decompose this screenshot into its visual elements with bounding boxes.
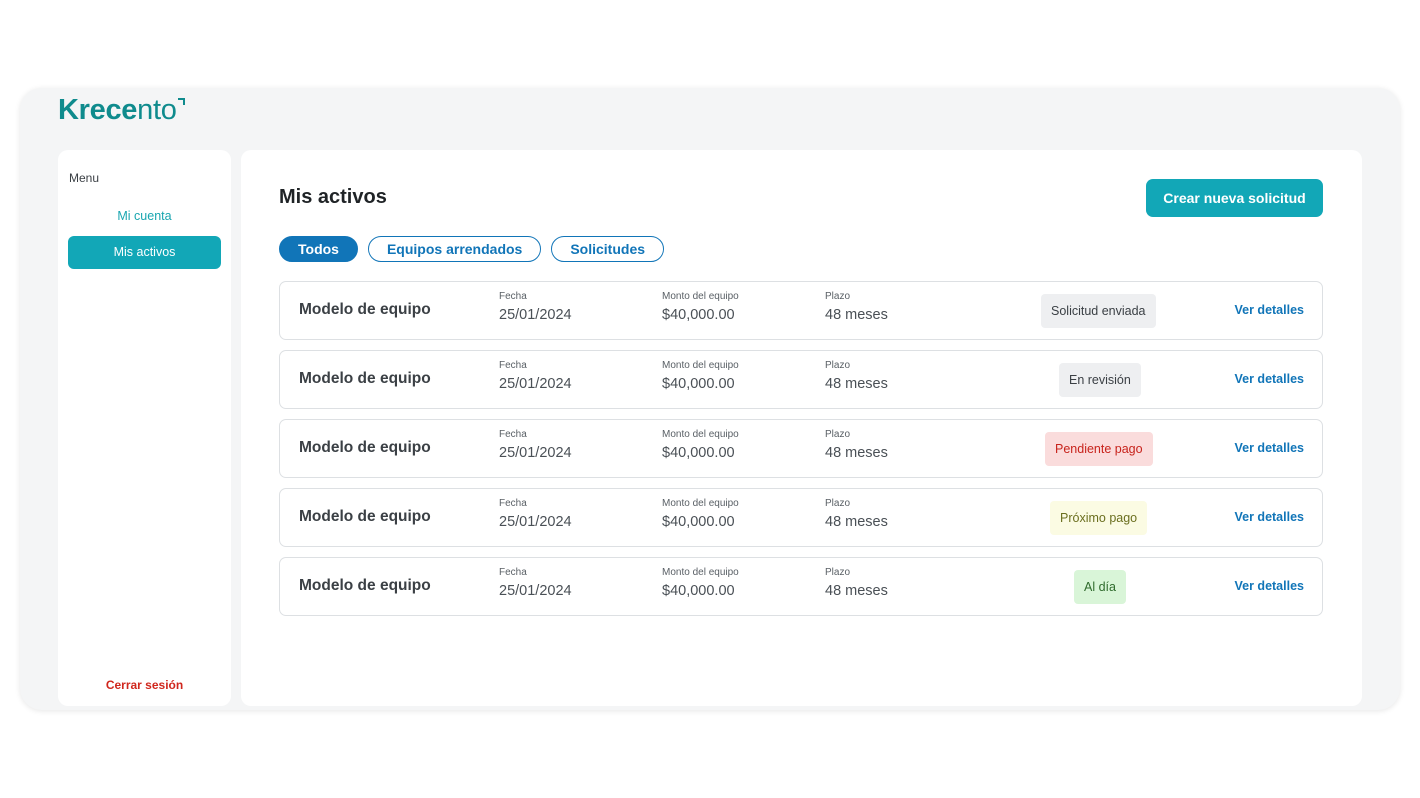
- amount-field: Monto del equipo $40,000.00: [662, 291, 739, 323]
- date-field: Fecha 25/01/2024: [499, 291, 572, 323]
- term-label: Plazo: [825, 360, 851, 371]
- term-value: 48 meses: [825, 583, 888, 599]
- status-badge: Próximo pago: [1050, 501, 1148, 535]
- sidebar-item-mi-cuenta[interactable]: Mi cuenta: [68, 205, 221, 227]
- view-details-link[interactable]: Ver detalles: [1235, 441, 1305, 455]
- app-window: Krecento Menu Mi cuenta Mis activos Cerr…: [20, 88, 1400, 710]
- term-label: Plazo: [825, 498, 851, 509]
- logo-mark-icon: [177, 98, 185, 105]
- list-item: Modelo de equipo Fecha 25/01/2024 Monto …: [279, 557, 1323, 616]
- amount-label: Monto del equipo: [662, 360, 739, 371]
- equipment-model-name: Modelo de equipo: [299, 508, 431, 525]
- term-label: Plazo: [825, 429, 851, 440]
- date-label: Fecha: [499, 429, 527, 440]
- date-label: Fecha: [499, 291, 527, 302]
- term-value: 48 meses: [825, 307, 888, 323]
- list-item: Modelo de equipo Fecha 25/01/2024 Monto …: [279, 281, 1323, 340]
- amount-label: Monto del equipo: [662, 567, 739, 578]
- equipment-model-name: Modelo de equipo: [299, 370, 431, 387]
- main-panel: Mis activos Crear nueva solicitud Todos …: [241, 150, 1362, 706]
- view-details-link[interactable]: Ver detalles: [1235, 579, 1305, 593]
- date-value: 25/01/2024: [499, 307, 572, 323]
- list-item: Modelo de equipo Fecha 25/01/2024 Monto …: [279, 419, 1323, 478]
- term-value: 48 meses: [825, 445, 888, 461]
- equipment-model-name: Modelo de equipo: [299, 439, 431, 456]
- term-label: Plazo: [825, 291, 851, 302]
- term-field: Plazo 48 meses: [825, 360, 888, 392]
- amount-label: Monto del equipo: [662, 498, 739, 509]
- page-title: Mis activos: [279, 186, 387, 208]
- sidebar-item-mis-activos[interactable]: Mis activos: [68, 236, 221, 269]
- amount-label: Monto del equipo: [662, 429, 739, 440]
- sidebar: Menu Mi cuenta Mis activos Cerrar sesión: [58, 150, 231, 706]
- date-field: Fecha 25/01/2024: [499, 360, 572, 392]
- amount-value: $40,000.00: [662, 583, 735, 599]
- status-badge: Al día: [1074, 570, 1126, 604]
- assets-list: Modelo de equipo Fecha 25/01/2024 Monto …: [279, 281, 1323, 626]
- amount-field: Monto del equipo $40,000.00: [662, 567, 739, 599]
- term-value: 48 meses: [825, 514, 888, 530]
- amount-value: $40,000.00: [662, 445, 735, 461]
- view-details-link[interactable]: Ver detalles: [1235, 303, 1305, 317]
- status-badge: Pendiente pago: [1045, 432, 1153, 466]
- date-value: 25/01/2024: [499, 445, 572, 461]
- view-details-link[interactable]: Ver detalles: [1235, 510, 1305, 524]
- date-field: Fecha 25/01/2024: [499, 429, 572, 461]
- logout-link[interactable]: Cerrar sesión: [68, 678, 221, 692]
- date-field: Fecha 25/01/2024: [499, 498, 572, 530]
- date-label: Fecha: [499, 498, 527, 509]
- list-item: Modelo de equipo Fecha 25/01/2024 Monto …: [279, 350, 1323, 409]
- status-badge: Solicitud enviada: [1041, 294, 1156, 328]
- date-value: 25/01/2024: [499, 514, 572, 530]
- date-label: Fecha: [499, 360, 527, 371]
- amount-value: $40,000.00: [662, 307, 735, 323]
- tab-solicitudes[interactable]: Solicitudes: [551, 236, 665, 262]
- term-field: Plazo 48 meses: [825, 498, 888, 530]
- term-label: Plazo: [825, 567, 851, 578]
- date-value: 25/01/2024: [499, 583, 572, 599]
- logo-light-text: nto: [137, 94, 177, 126]
- date-value: 25/01/2024: [499, 376, 572, 392]
- term-field: Plazo 48 meses: [825, 567, 888, 599]
- date-label: Fecha: [499, 567, 527, 578]
- term-value: 48 meses: [825, 376, 888, 392]
- equipment-model-name: Modelo de equipo: [299, 577, 431, 594]
- logo-bold-text: Krece: [58, 94, 138, 126]
- amount-label: Monto del equipo: [662, 291, 739, 302]
- equipment-model-name: Modelo de equipo: [299, 301, 431, 318]
- menu-heading: Menu: [69, 171, 100, 185]
- amount-value: $40,000.00: [662, 376, 735, 392]
- tab-equipos-arrendados[interactable]: Equipos arrendados: [367, 236, 542, 262]
- tab-todos[interactable]: Todos: [279, 236, 358, 262]
- amount-field: Monto del equipo $40,000.00: [662, 498, 739, 530]
- krecento-logo: Krecento: [58, 96, 185, 125]
- status-badge: En revisión: [1059, 363, 1141, 397]
- date-field: Fecha 25/01/2024: [499, 567, 572, 599]
- amount-value: $40,000.00: [662, 514, 735, 530]
- create-request-button[interactable]: Crear nueva solicitud: [1146, 179, 1323, 217]
- amount-field: Monto del equipo $40,000.00: [662, 429, 739, 461]
- filter-tabs: Todos Equipos arrendados Solicitudes: [279, 236, 665, 262]
- list-item: Modelo de equipo Fecha 25/01/2024 Monto …: [279, 488, 1323, 547]
- term-field: Plazo 48 meses: [825, 291, 888, 323]
- view-details-link[interactable]: Ver detalles: [1235, 372, 1305, 386]
- amount-field: Monto del equipo $40,000.00: [662, 360, 739, 392]
- term-field: Plazo 48 meses: [825, 429, 888, 461]
